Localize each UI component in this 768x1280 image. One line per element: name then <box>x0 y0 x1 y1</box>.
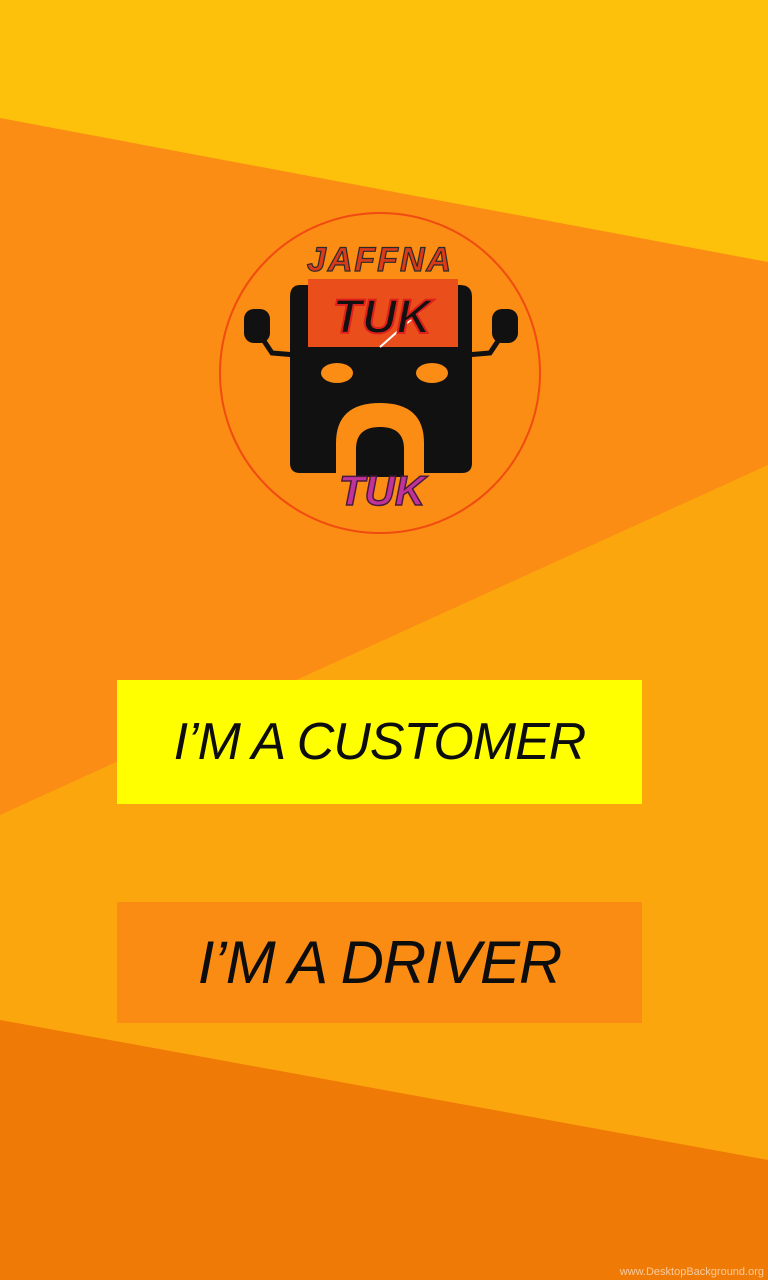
watermark: www.DesktopBackground.org <box>619 1266 764 1278</box>
jaffna-tuk-logo: JAFFNA TUK TUK <box>219 212 541 534</box>
driver-button[interactable]: I’M A DRIVER <box>117 902 642 1023</box>
logo-bottom-text: TUK <box>339 467 428 514</box>
logo-top-text: JAFFNA <box>307 241 453 279</box>
driver-button-label: I’M A DRIVER <box>197 929 563 996</box>
background <box>0 0 768 1280</box>
customer-button-label: I’M A CUSTOMER <box>173 713 587 771</box>
customer-button[interactable]: I’M A CUSTOMER <box>117 680 642 804</box>
logo-middle-text: TUK <box>333 291 435 344</box>
